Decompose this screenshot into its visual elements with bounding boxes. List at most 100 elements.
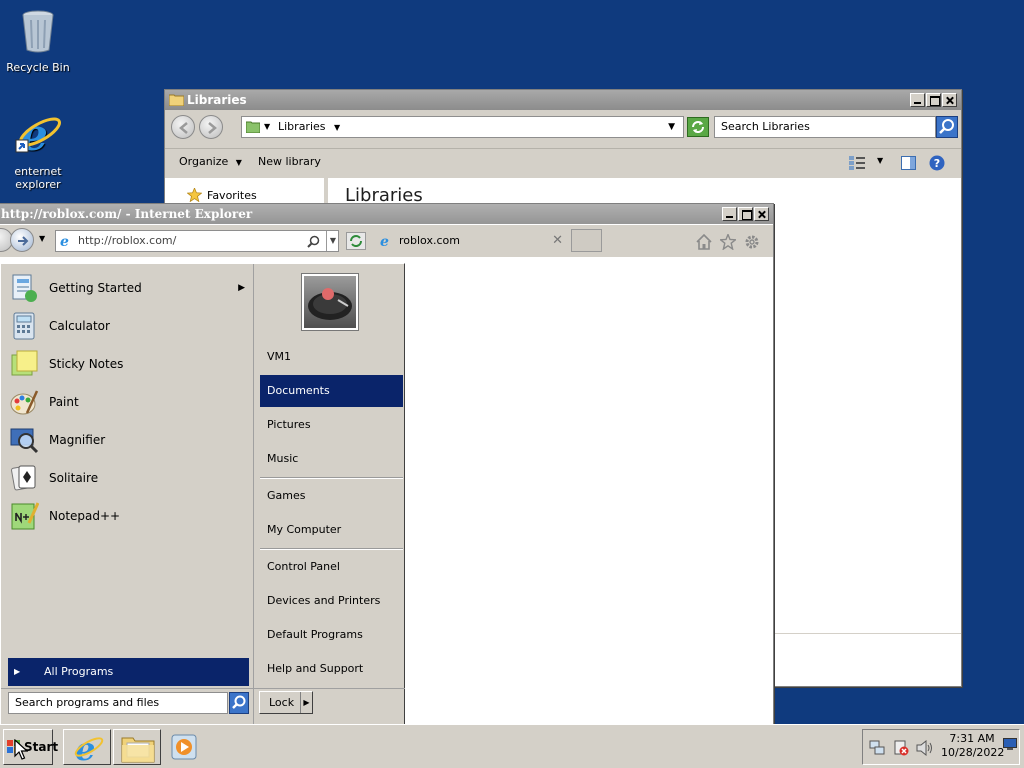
mouse-cursor-icon	[14, 739, 28, 760]
breadcrumb-dropdown-icon[interactable]: ▼	[334, 123, 340, 132]
ie-toolbar: ▼ e http://roblox.com/ ▼ e roblox.com ✕	[0, 225, 773, 257]
taskbar-media-player[interactable]	[170, 733, 200, 761]
taskbar: Start e 7:31 AM 10/28/2022	[0, 724, 1024, 768]
svg-text:?: ?	[934, 157, 940, 170]
svg-text:e: e	[60, 234, 69, 248]
lock-button[interactable]: Lock ▶	[259, 691, 313, 714]
ie-address-dropdown-icon[interactable]: ▼	[325, 231, 336, 251]
libraries-details-pane	[773, 633, 961, 686]
desktop-icon-internet-explorer[interactable]: e enternet explorer	[0, 110, 76, 191]
place-help-and-support[interactable]: Help and Support	[260, 653, 403, 685]
program-solitaire[interactable]: Solitaire	[9, 461, 249, 495]
favorites-nav-item[interactable]: Favorites	[187, 188, 257, 202]
program-notepadpp[interactable]: Notepad++	[9, 499, 249, 533]
ie-address-text: http://roblox.com/	[78, 234, 177, 247]
close-button[interactable]	[754, 207, 769, 221]
show-desktop-icon[interactable]	[1003, 738, 1017, 750]
action-center-icon[interactable]	[893, 740, 909, 756]
forward-button[interactable]	[199, 115, 223, 139]
ie-tab-close-icon[interactable]: ✕	[552, 229, 563, 253]
program-paint[interactable]: Paint	[9, 385, 249, 419]
libraries-titlebar[interactable]: Libraries	[165, 90, 961, 110]
ie-tab-label: roblox.com	[399, 234, 460, 247]
folder-icon	[169, 94, 184, 106]
internet-explorer-icon: e	[74, 732, 104, 764]
forward-arrow-icon	[208, 122, 217, 134]
notification-area: 7:31 AM 10/28/2022	[862, 729, 1020, 765]
taskbar-internet-explorer[interactable]: e	[63, 729, 111, 765]
place-games[interactable]: Games	[260, 480, 403, 512]
ie-history-dropdown-icon[interactable]: ▼	[39, 234, 45, 243]
program-sticky-notes[interactable]: Sticky Notes	[9, 347, 249, 381]
libraries-folder-icon	[246, 121, 260, 133]
libraries-command-bar: Organize ▼ New library ▼ ?	[165, 148, 961, 176]
ie-forward-button[interactable]	[10, 228, 34, 252]
start-search-field[interactable]: Search programs and files	[8, 692, 228, 714]
libraries-navbar: ▼ Libraries ▼ ▼ Search Libraries	[165, 111, 961, 143]
place-devices-and-printers[interactable]: Devices and Printers	[260, 585, 403, 617]
network-icon[interactable]	[869, 740, 885, 756]
ie-address-bar[interactable]: e http://roblox.com/ ▼	[55, 230, 339, 252]
ie-new-tab-button[interactable]	[571, 229, 602, 252]
clock[interactable]: 7:31 AM 10/28/2022	[941, 732, 1005, 760]
program-label: Notepad++	[49, 509, 121, 523]
program-label: Getting Started	[49, 281, 142, 295]
home-icon[interactable]	[696, 234, 712, 250]
all-programs-button[interactable]: ▶ All Programs	[8, 658, 249, 686]
place-default-programs[interactable]: Default Programs	[260, 619, 403, 651]
view-dropdown-icon[interactable]: ▼	[877, 156, 883, 165]
ie-address-search-icon[interactable]	[307, 235, 320, 248]
libraries-search-button[interactable]	[936, 116, 958, 138]
user-picture[interactable]	[302, 274, 358, 330]
forward-arrow-icon	[18, 236, 29, 246]
address-dropdown-icon[interactable]: ▼	[668, 117, 675, 137]
place-documents[interactable]: Documents	[260, 375, 403, 407]
preview-pane-icon[interactable]	[901, 156, 916, 170]
ie-titlebar[interactable]: http://roblox.com/ - Internet Explorer	[0, 204, 773, 224]
settings-gear-icon[interactable]	[744, 234, 760, 250]
start-search-button[interactable]	[229, 692, 249, 714]
getting-started-icon	[12, 274, 37, 302]
maximize-button[interactable]	[738, 207, 753, 221]
clock-date: 10/28/2022	[941, 746, 1005, 759]
program-magnifier[interactable]: Magnifier	[9, 423, 249, 457]
place-music[interactable]: Music	[260, 443, 403, 475]
volume-icon[interactable]	[916, 740, 934, 756]
ie-tab[interactable]: e roblox.com ✕	[373, 229, 569, 253]
start-menu: Getting Started ▶ Calculator Sticky Note…	[0, 263, 405, 724]
place-pictures[interactable]: Pictures	[260, 409, 403, 441]
minimize-button[interactable]	[722, 207, 737, 221]
libraries-address-bar[interactable]: ▼ Libraries ▼ ▼	[241, 116, 684, 138]
start-search-placeholder: Search programs and files	[15, 696, 160, 709]
place-control-panel[interactable]: Control Panel	[260, 551, 403, 583]
notepadpp-icon	[11, 502, 39, 530]
sticky-notes-icon	[11, 350, 38, 376]
minimize-button[interactable]	[910, 93, 925, 107]
solitaire-icon	[11, 465, 36, 491]
place-my-computer[interactable]: My Computer	[260, 514, 403, 546]
libraries-search-field[interactable]: Search Libraries	[714, 116, 936, 138]
start-label: Start	[24, 740, 59, 754]
program-getting-started[interactable]: Getting Started ▶	[9, 271, 249, 305]
favorites-star-icon[interactable]	[720, 234, 736, 250]
lock-options-arrow-icon[interactable]: ▶	[300, 692, 312, 713]
desktop-icon-recycle-bin[interactable]: Recycle Bin	[0, 8, 76, 74]
view-options-icon[interactable]	[849, 156, 865, 170]
user-name-link[interactable]: VM1	[260, 341, 403, 373]
taskbar-windows-explorer[interactable]	[113, 729, 161, 765]
organize-menu[interactable]: Organize ▼	[179, 155, 242, 168]
program-label: Magnifier	[49, 433, 106, 447]
start-button[interactable]: Start	[3, 729, 58, 765]
new-library-button[interactable]: New library	[258, 155, 321, 168]
ie-refresh-button[interactable]	[346, 232, 366, 250]
breadcrumb[interactable]: Libraries	[278, 120, 326, 133]
refresh-button[interactable]	[687, 117, 709, 137]
program-label: Sticky Notes	[49, 357, 124, 371]
back-button[interactable]	[171, 115, 195, 139]
recycle-bin-icon	[0, 8, 76, 57]
lock-label: Lock	[269, 696, 295, 709]
program-calculator[interactable]: Calculator	[9, 309, 249, 343]
maximize-button[interactable]	[926, 93, 941, 107]
close-button[interactable]	[942, 93, 957, 107]
help-icon[interactable]: ?	[929, 155, 945, 171]
